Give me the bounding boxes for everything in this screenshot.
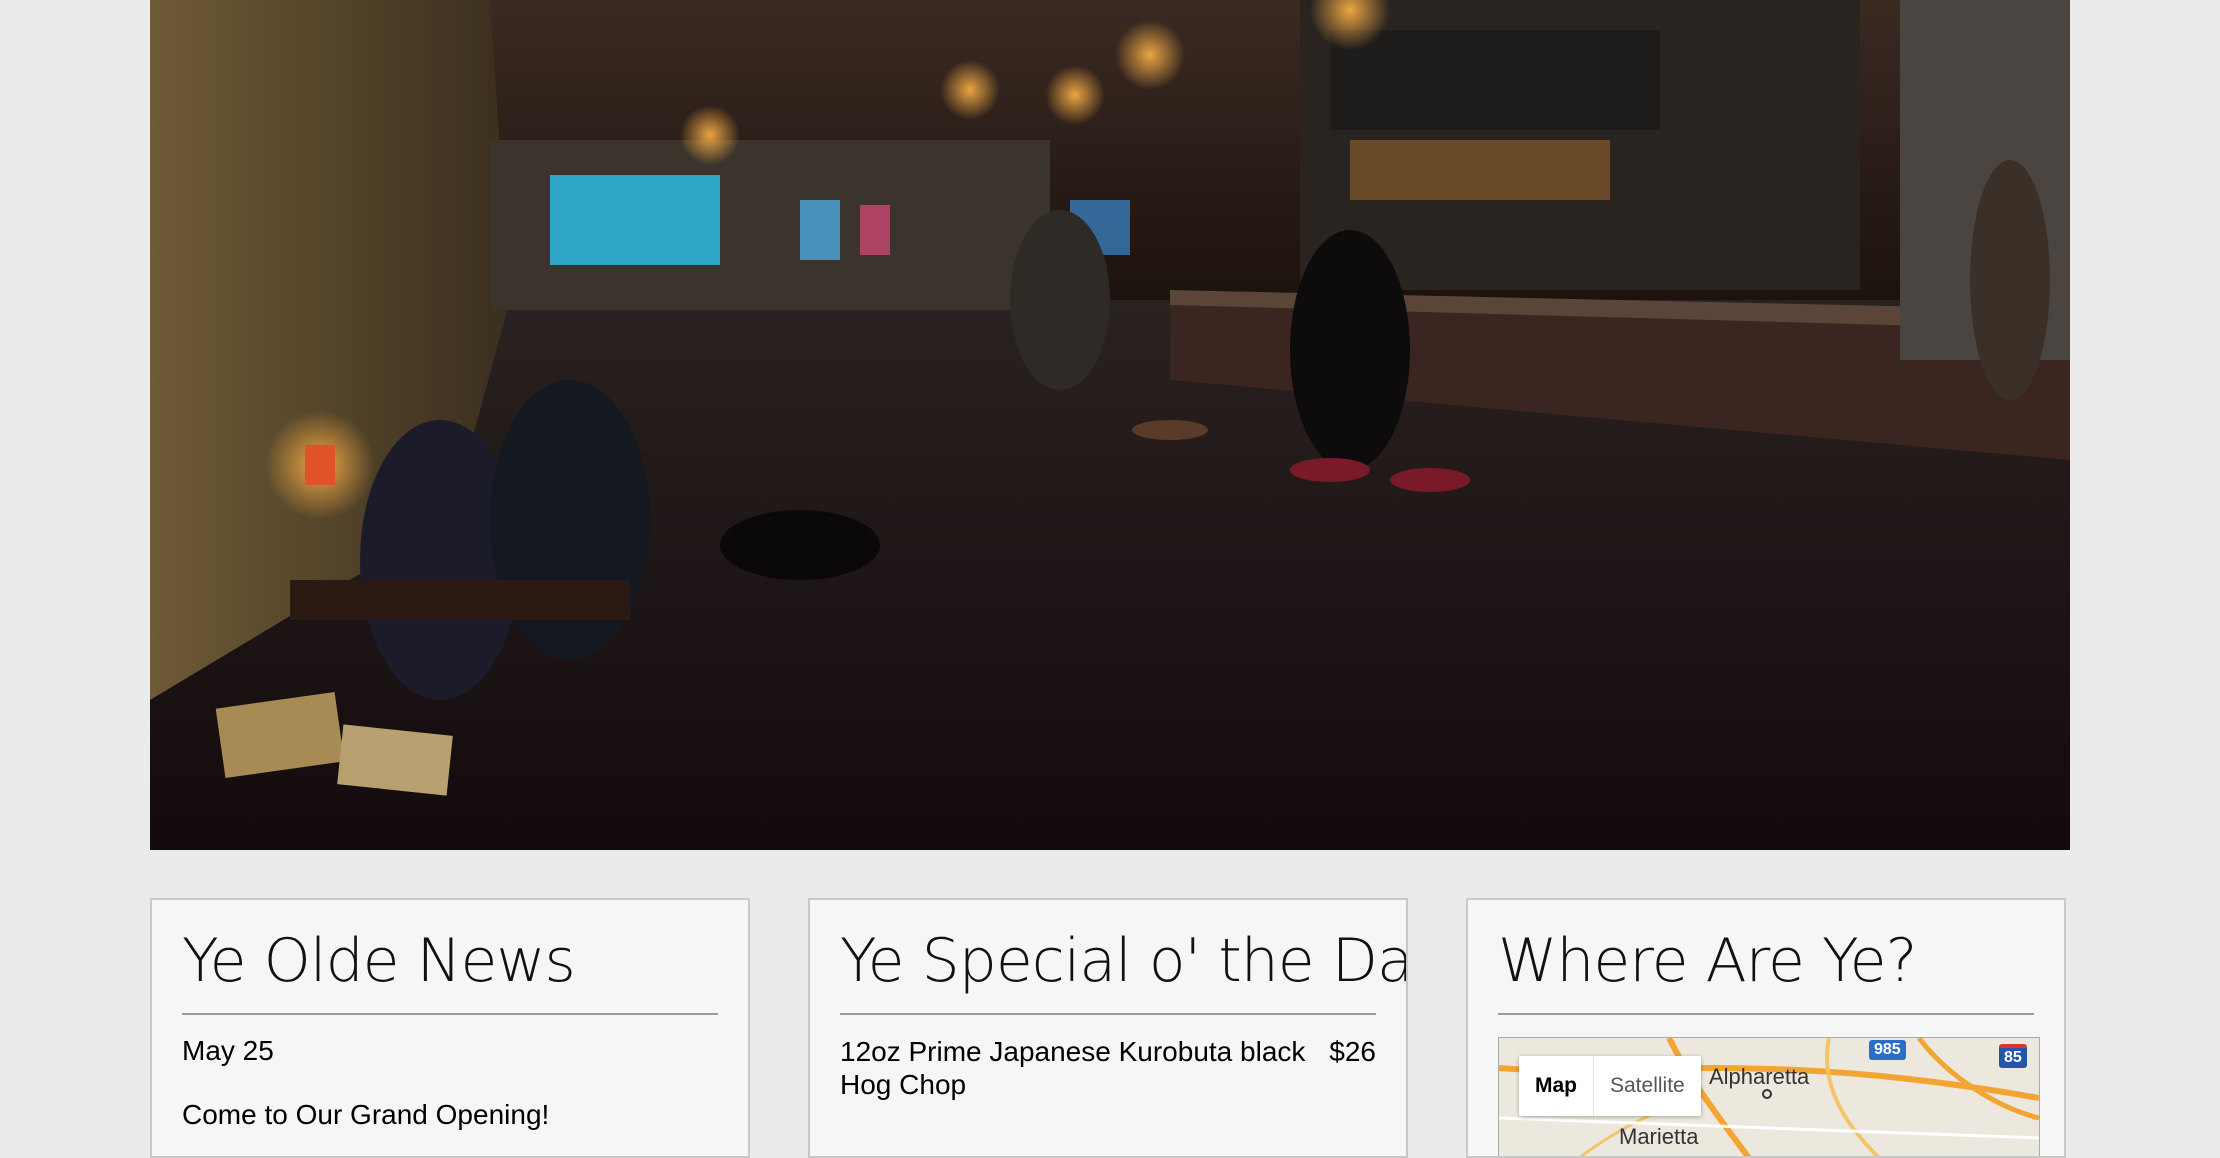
- news-headline[interactable]: Come to Our Grand Opening!: [182, 1099, 718, 1131]
- news-title: Ye Olde News: [182, 930, 718, 1015]
- map-type-control: Map Satellite: [1519, 1056, 1701, 1116]
- special-card: Ye Special o' the Day 12oz Prime Japanes…: [808, 898, 1408, 1158]
- map-button[interactable]: Map: [1519, 1056, 1594, 1116]
- highway-shield-985: 985: [1869, 1040, 1906, 1060]
- special-item-price: $26: [1329, 1036, 1376, 1067]
- special-item: 12oz Prime Japanese Kurobuta black Hog C…: [840, 1035, 1376, 1101]
- bar-interior-photo-icon: [150, 0, 2070, 850]
- special-title: Ye Special o' the Day: [840, 930, 1406, 1015]
- map-label-alpharetta: Alpharetta: [1709, 1064, 1810, 1089]
- news-card: Ye Olde News May 25 Come to Our Grand Op…: [150, 898, 750, 1158]
- location-card: Where Are Ye? Map Satellite Alpharetta M…: [1466, 898, 2066, 1158]
- hero-photo: [150, 0, 2070, 850]
- satellite-button[interactable]: Satellite: [1594, 1056, 1701, 1116]
- news-date: May 25: [182, 1035, 274, 1066]
- location-title: Where Are Ye?: [1498, 930, 2034, 1015]
- location-map[interactable]: Map Satellite Alpharetta Marietta 985 85: [1498, 1037, 2040, 1156]
- special-item-name: 12oz Prime Japanese Kurobuta black Hog C…: [840, 1036, 1306, 1100]
- map-label-marietta: Marietta: [1619, 1124, 1699, 1149]
- interstate-shield-85: 85: [1999, 1044, 2027, 1068]
